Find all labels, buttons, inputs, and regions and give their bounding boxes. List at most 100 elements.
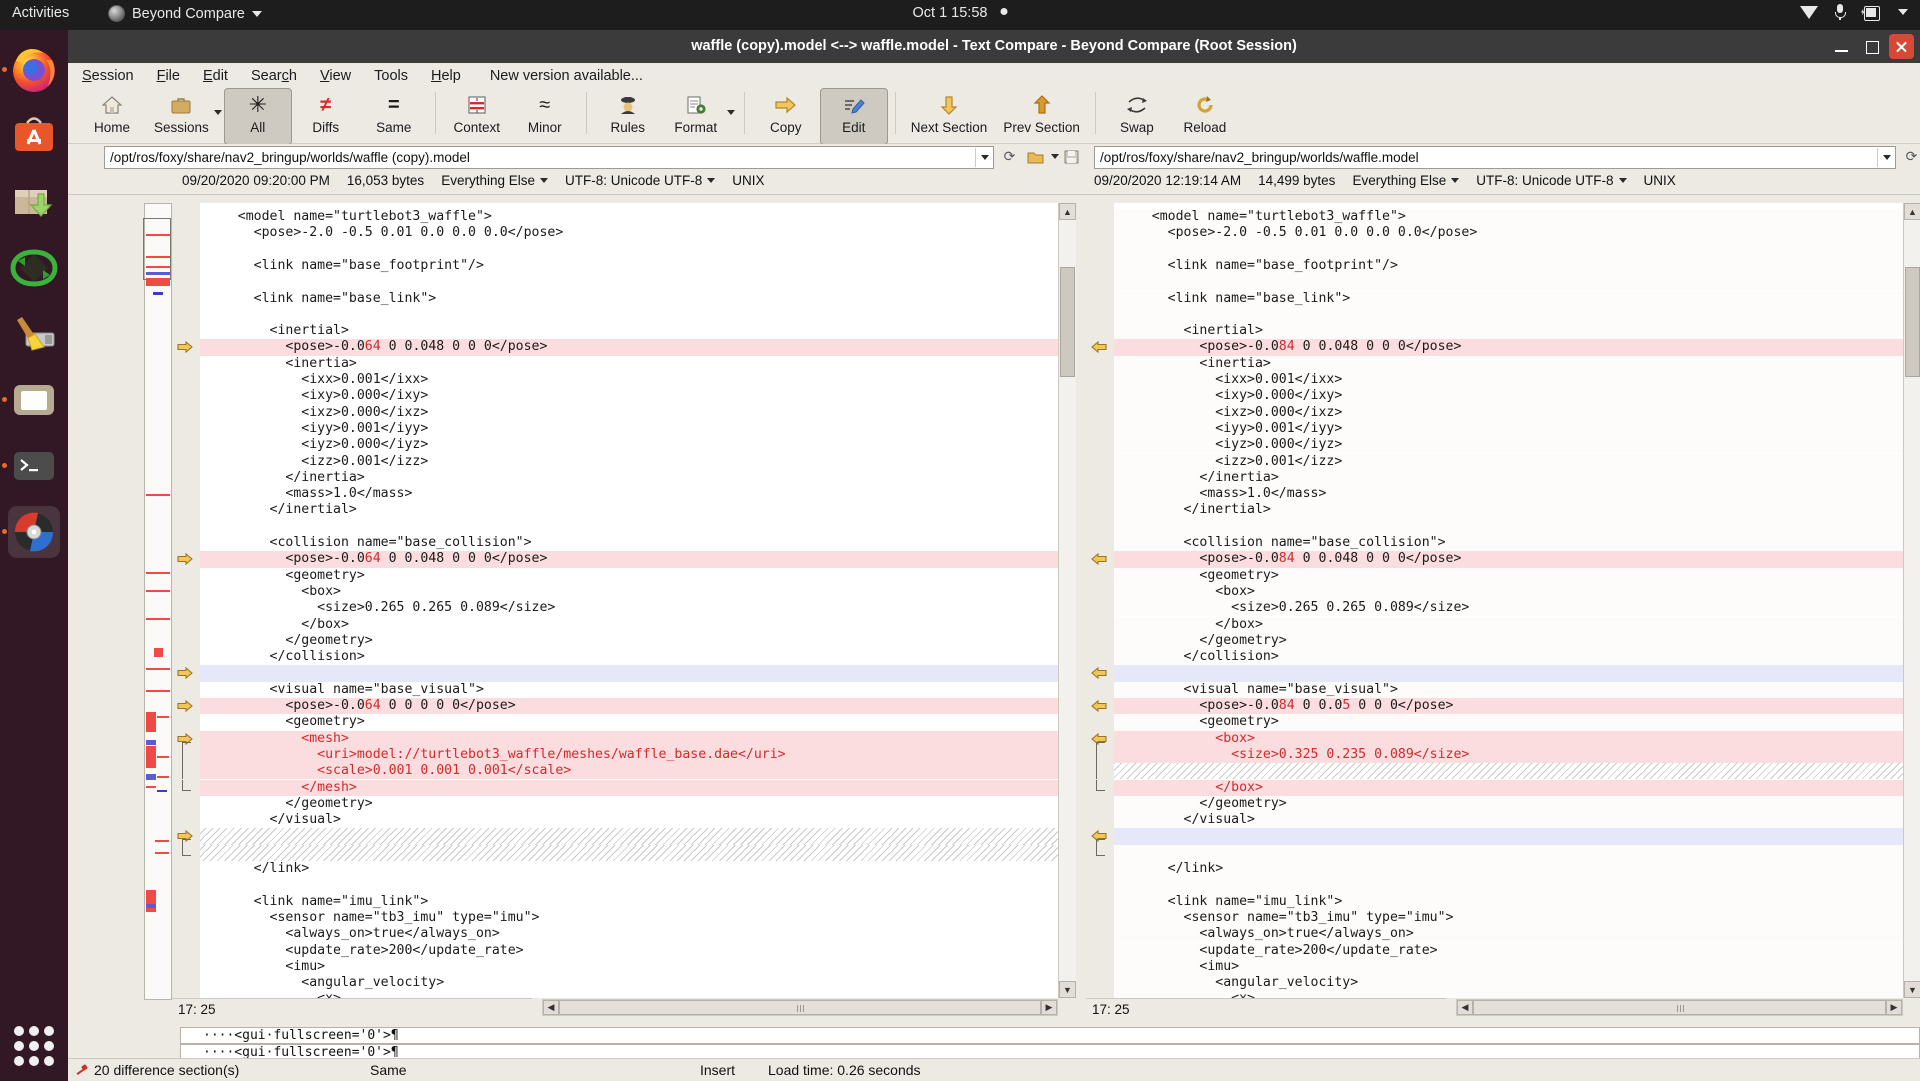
scroll-down-icon[interactable]: ▼ bbox=[1059, 981, 1076, 998]
chevron-down-icon[interactable] bbox=[707, 178, 716, 183]
toolbar-minor-button[interactable]: ≈ Minor bbox=[511, 88, 579, 145]
app-menu-button[interactable]: Beyond Compare bbox=[108, 5, 262, 22]
right-encoding[interactable]: UTF-8: Unicode UTF-8 bbox=[1476, 173, 1613, 188]
scroll-left-icon[interactable]: ◀ bbox=[1457, 1000, 1473, 1015]
chevron-down-icon[interactable] bbox=[726, 110, 735, 115]
dock-item-terminal[interactable] bbox=[8, 440, 60, 492]
menu-tools[interactable]: Tools bbox=[374, 68, 408, 84]
scroll-down-icon[interactable]: ▼ bbox=[1904, 981, 1920, 998]
left-encoding[interactable]: UTF-8: Unicode UTF-8 bbox=[565, 173, 702, 188]
diff-marker-right-icon[interactable] bbox=[177, 700, 193, 712]
toolbar-format-button[interactable]: Format bbox=[662, 88, 730, 145]
scroll-grip bbox=[797, 1005, 804, 1012]
code-line: </link> bbox=[1114, 861, 1904, 878]
left-path-browse-button[interactable] bbox=[1026, 147, 1045, 166]
left-path-field[interactable]: /opt/ros/foxy/share/nav2_bringup/worlds/… bbox=[104, 146, 994, 169]
menu-session[interactable]: Session bbox=[82, 68, 134, 84]
toolbar-rules-button[interactable]: Rules bbox=[594, 88, 662, 145]
toolbar-edit-button[interactable]: Edit bbox=[819, 88, 888, 145]
diff-marker-left-icon[interactable] bbox=[1091, 553, 1107, 566]
running-indicator bbox=[2, 67, 7, 72]
right-path-dropdown[interactable] bbox=[1877, 148, 1895, 167]
diff-marker-left-icon[interactable] bbox=[1091, 667, 1107, 680]
toolbar-prev-section-button[interactable]: Prev Section bbox=[995, 88, 1088, 145]
overview-diff-mark bbox=[155, 852, 169, 854]
left-path-refresh-button[interactable]: ⟳ bbox=[1000, 147, 1019, 166]
toolbar-same-button[interactable]: = Same bbox=[360, 88, 428, 145]
scroll-up-icon[interactable]: ▲ bbox=[1904, 203, 1920, 220]
diff-marker-left-icon[interactable] bbox=[1091, 700, 1107, 712]
code-line bbox=[1114, 844, 1904, 861]
toolbar-same-label: Same bbox=[376, 120, 412, 135]
right-horizontal-scrollbar[interactable]: ◀ ▶ bbox=[1456, 999, 1903, 1016]
scroll-thumb[interactable] bbox=[1473, 1000, 1886, 1015]
diff-marker-right-icon[interactable] bbox=[177, 553, 193, 566]
overview-viewport[interactable] bbox=[143, 218, 171, 280]
chevron-down-icon[interactable] bbox=[213, 110, 222, 115]
right-vertical-scrollbar[interactable]: ▲ ▼ bbox=[1903, 203, 1920, 998]
left-path-save-button[interactable] bbox=[1062, 147, 1081, 166]
left-diff-overview-map[interactable] bbox=[143, 203, 172, 1000]
scroll-left-icon[interactable]: ◀ bbox=[543, 1000, 559, 1015]
right-path-refresh-button[interactable]: ⟳ bbox=[1902, 147, 1920, 166]
system-tray[interactable] bbox=[1800, 4, 1908, 21]
clock-button[interactable]: Oct 1 15:58 bbox=[913, 5, 1008, 21]
toolbar-diffs-button[interactable]: ≠ Diffs bbox=[292, 88, 360, 145]
toolbar-reload-button[interactable]: Reload bbox=[1171, 88, 1239, 145]
menu-view[interactable]: View bbox=[320, 68, 351, 84]
chevron-down-icon[interactable] bbox=[539, 178, 548, 183]
scroll-thumb[interactable] bbox=[1905, 267, 1920, 377]
menu-edit[interactable]: Edit bbox=[203, 68, 228, 84]
right-code-view[interactable]: <model name="turtlebot3_waffle"> <pose>-… bbox=[1114, 203, 1904, 998]
scroll-up-icon[interactable]: ▲ bbox=[1059, 203, 1076, 220]
toolbar-copy-button[interactable]: Copy bbox=[752, 88, 820, 145]
diff-marker-left-icon[interactable] bbox=[1091, 341, 1107, 354]
left-path-dropdown[interactable] bbox=[975, 148, 993, 167]
right-path-field[interactable]: /opt/ros/foxy/share/nav2_bringup/worlds/… bbox=[1094, 146, 1896, 169]
diff-marker-right-icon[interactable] bbox=[177, 667, 193, 680]
menu-file[interactable]: File bbox=[157, 68, 180, 84]
dock-item-software-updater[interactable] bbox=[8, 176, 60, 228]
toolbar-swap-button[interactable]: Swap bbox=[1103, 88, 1171, 145]
toolbar-next-section-button[interactable]: Next Section bbox=[903, 88, 996, 145]
right-file-info: 09/20/2020 12:19:14 AM 14,499 bytes Ever… bbox=[1094, 173, 1676, 188]
scroll-right-icon[interactable]: ▶ bbox=[1886, 1000, 1902, 1015]
toolbar-sessions-button[interactable]: Sessions bbox=[146, 88, 217, 145]
dock-item-sync[interactable] bbox=[8, 242, 60, 294]
toolbar-home-button[interactable]: Home bbox=[78, 88, 146, 145]
activities-button[interactable]: Activities bbox=[12, 5, 69, 21]
left-vertical-scrollbar[interactable]: ▲ ▼ bbox=[1058, 203, 1076, 998]
dock-item-firefox[interactable] bbox=[8, 44, 60, 96]
scroll-thumb[interactable] bbox=[559, 1000, 1041, 1015]
left-rules[interactable]: Everything Else bbox=[441, 173, 535, 188]
edit-row-left[interactable]: ····<gui·fullscreen='0'>¶ bbox=[180, 1027, 1920, 1044]
chevron-down-icon[interactable] bbox=[1618, 178, 1627, 183]
menu-search[interactable]: Search bbox=[251, 68, 297, 84]
chevron-down-icon[interactable] bbox=[1451, 178, 1460, 183]
scroll-thumb[interactable] bbox=[1060, 267, 1075, 377]
left-horizontal-scrollbar[interactable]: ◀ ▶ bbox=[542, 999, 1058, 1016]
code-line bbox=[200, 665, 1058, 682]
dock-item-files[interactable] bbox=[8, 374, 60, 426]
code-line: </box> bbox=[206, 616, 349, 632]
new-version-notice[interactable]: New version available... bbox=[490, 68, 643, 84]
dock-item-ubuntu-software[interactable] bbox=[8, 110, 60, 162]
right-rules[interactable]: Everything Else bbox=[1352, 173, 1446, 188]
maximize-button[interactable] bbox=[1859, 34, 1884, 59]
dock-item-beyond-compare[interactable] bbox=[8, 506, 60, 558]
toolbar-all-button[interactable]: ✳ All bbox=[223, 88, 292, 145]
scroll-right-icon[interactable]: ▶ bbox=[1041, 1000, 1057, 1015]
right-cursor-label: 17: 25 bbox=[1092, 1001, 1130, 1017]
dock-item-disk-cleaner[interactable] bbox=[8, 308, 60, 360]
left-code-view[interactable]: <model name="turtlebot3_waffle"> <pose>-… bbox=[200, 203, 1058, 998]
toolbar-context-button[interactable]: Context bbox=[443, 88, 511, 145]
menu-help[interactable]: Help bbox=[431, 68, 461, 84]
pane-divider[interactable] bbox=[1078, 203, 1086, 998]
minimize-button[interactable] bbox=[1829, 34, 1854, 59]
close-button[interactable] bbox=[1889, 34, 1914, 59]
arrow-down-icon bbox=[940, 93, 958, 117]
diff-marker-right-icon[interactable] bbox=[177, 341, 193, 354]
show-applications-button[interactable] bbox=[14, 1026, 54, 1066]
right-pane: <model name="turtlebot3_waffle"> <pose>-… bbox=[1086, 203, 1920, 1027]
